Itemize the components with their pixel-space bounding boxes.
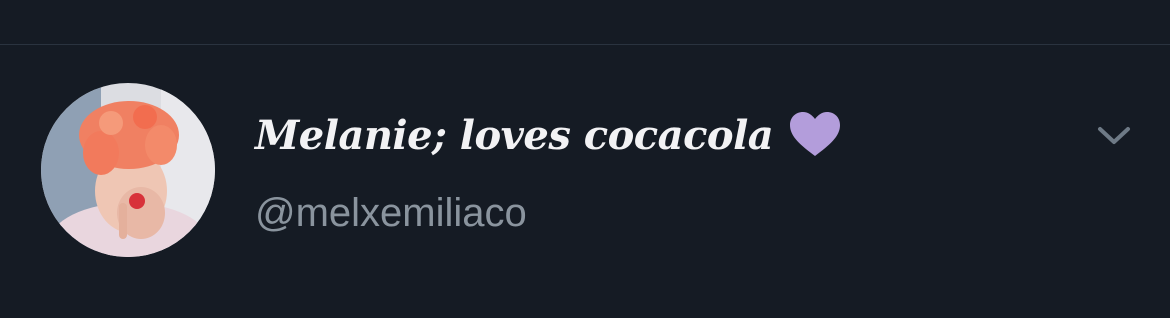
avatar-image bbox=[41, 83, 215, 257]
previous-tweet-area bbox=[0, 0, 1170, 44]
display-name-row[interactable]: Melanie; loves cocacola bbox=[255, 107, 841, 163]
display-name[interactable]: Melanie; loves cocacola bbox=[255, 112, 774, 159]
tweet-header: Melanie; loves cocacola @melxemiliaco bbox=[0, 45, 1170, 318]
avatar[interactable] bbox=[41, 83, 215, 257]
chevron-down-icon[interactable] bbox=[1092, 113, 1136, 157]
purple-heart-icon bbox=[790, 112, 841, 156]
user-handle[interactable]: @melxemiliaco bbox=[255, 191, 527, 236]
